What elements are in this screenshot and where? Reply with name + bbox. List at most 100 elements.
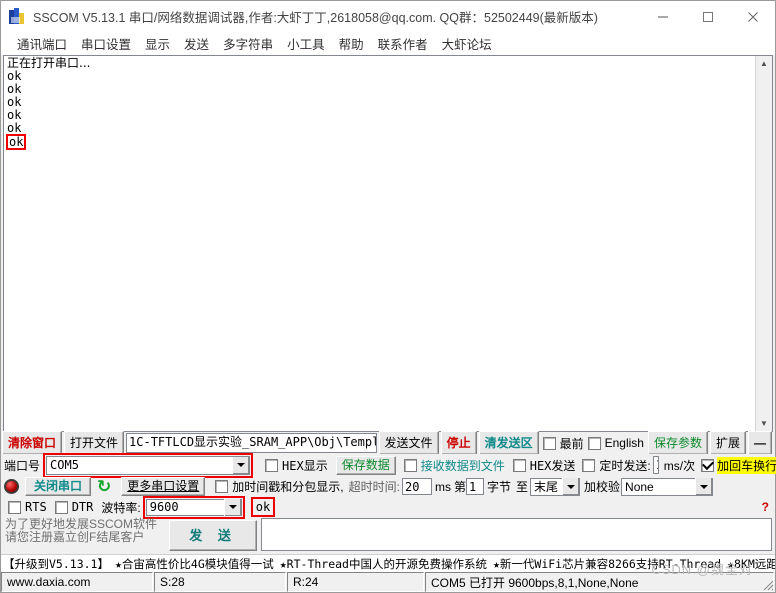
terminal-line: ok	[7, 69, 22, 83]
status-received-count: R:24	[287, 572, 424, 592]
clear-window-button[interactable]: 清除窗口	[2, 431, 63, 455]
baud-select-value: 9600	[149, 500, 179, 514]
range-end-select[interactable]: 末尾	[530, 477, 581, 496]
receive-to-file-label: 接收数据到文件	[420, 458, 505, 473]
dtr-checkbox[interactable]	[54, 500, 68, 514]
menu-bar: 通讯端口 串口设置 显示 发送 多字符串 小工具 帮助 联系作者 大虾论坛	[1, 32, 775, 55]
rts-checkbox[interactable]	[8, 500, 21, 514]
byte-prefix-label: 第	[453, 480, 466, 494]
menu-item-multistring[interactable]: 多字符串	[216, 32, 280, 55]
close-icon[interactable]	[730, 1, 775, 32]
hex-display-checkbox[interactable]	[265, 458, 279, 472]
hex-display-label: HEX显示	[282, 458, 328, 473]
timeout-input[interactable]: 20	[401, 478, 432, 495]
clear-send-area-button[interactable]: 清发送区	[478, 431, 539, 455]
timed-send-label: 定时发送:	[599, 458, 651, 473]
chevron-down-icon[interactable]	[223, 498, 241, 516]
stop-button[interactable]: 停止	[440, 431, 477, 455]
topmost-label: 最前	[559, 436, 584, 451]
help-icon[interactable]: ?	[762, 500, 769, 514]
status-website[interactable]: www.daxia.com	[1, 572, 153, 592]
hex-send-label: HEX发送	[529, 458, 576, 473]
timed-send-checkbox[interactable]	[582, 458, 596, 472]
file-toolbar: 清除窗口 打开文件 1C-TFTLCD显示实验_SRAM_APP\Obj\Tem…	[1, 431, 775, 455]
menu-item-settings[interactable]: 串口设置	[74, 32, 138, 55]
close-port-button[interactable]: 关闭串口	[25, 477, 92, 496]
scroll-up-icon[interactable]: ▲	[756, 56, 772, 71]
window-controls	[640, 1, 775, 32]
sscom-window: SSCOM V5.13.1 串口/网络数据调试器,作者:大虾丁丁,2618058…	[0, 0, 776, 593]
resize-grip-icon[interactable]	[760, 577, 774, 591]
timeout-label: 超时时间:	[348, 480, 400, 494]
watermark-text: CSDN @魏全对	[651, 562, 753, 577]
minimize-icon[interactable]	[640, 1, 685, 32]
baud-row: RTS DTR 波特率: 9600 ok ?	[1, 495, 775, 519]
checksum-select[interactable]: None	[621, 477, 714, 496]
app-logo-icon	[8, 7, 26, 26]
maximize-icon[interactable]	[685, 1, 730, 32]
chevron-down-icon[interactable]	[562, 478, 580, 495]
refresh-icon[interactable]: ↻	[97, 478, 111, 495]
menu-item-forum[interactable]: 大虾论坛	[435, 32, 499, 55]
send-file-button[interactable]: 发送文件	[378, 431, 439, 455]
hex-send-checkbox[interactable]	[512, 458, 526, 472]
side-note-text: ok	[255, 500, 271, 514]
chevron-down-icon[interactable]	[695, 478, 713, 495]
collapse-button[interactable]: —	[748, 431, 772, 455]
terminal-line: ok	[7, 82, 22, 96]
menu-item-ports[interactable]: 通讯端口	[10, 32, 74, 55]
chevron-down-icon[interactable]	[232, 456, 250, 474]
extend-button[interactable]: 扩展	[709, 431, 746, 455]
port-row: 端口号 COM5 HEX显示 保存数据 接收数据到文件 HEX发送 定时发送: …	[1, 452, 776, 478]
menu-item-contact[interactable]: 联系作者	[371, 32, 435, 55]
menu-item-help[interactable]: 帮助	[332, 32, 371, 55]
topmost-checkbox[interactable]	[542, 436, 556, 450]
status-sent-count: S:28	[154, 572, 286, 592]
send-input[interactable]	[261, 518, 772, 551]
menu-item-send[interactable]: 发送	[177, 32, 216, 55]
checksum-label: 加校验	[584, 480, 621, 494]
timeout-unit-label: ms	[434, 479, 451, 494]
window-title: SSCOM V5.13.1 串口/网络数据调试器,作者:大虾丁丁,2618058…	[33, 11, 598, 25]
menu-item-tools[interactable]: 小工具	[280, 32, 332, 55]
range-end-value: 末尾	[534, 480, 559, 494]
promo-line-2: 请您注册嘉立创F结尾客户	[5, 530, 145, 544]
scroll-down-icon[interactable]: ▼	[756, 416, 772, 431]
baud-label: 波特率:	[101, 500, 141, 515]
receive-to-file-checkbox[interactable]	[403, 458, 417, 472]
terminal-panel: 正在打开串口... ok ok ok ok ok ok ▲ ▼	[3, 55, 773, 432]
port-select[interactable]: COM5	[46, 455, 251, 475]
port-select-value: COM5	[50, 458, 79, 472]
terminal-line: ok	[7, 95, 22, 109]
save-params-button[interactable]: 保存参数	[647, 431, 708, 455]
ad-item-upgrade[interactable]: 【升级到V5.13.1】	[3, 556, 109, 572]
ad-item-rtthread[interactable]: ★RT-Thread中国人的开源免费操作系统	[280, 556, 487, 572]
byte-label: 字节	[486, 480, 511, 494]
terminal-scrollbar[interactable]: ▲ ▼	[755, 56, 772, 431]
port-status-icon	[4, 479, 19, 494]
open-file-button[interactable]: 打开文件	[64, 431, 125, 455]
menu-item-display[interactable]: 显示	[138, 32, 177, 55]
settings-panel: 端口号 COM5 HEX显示 保存数据 接收数据到文件 HEX发送 定时发送: …	[1, 452, 776, 554]
timestamp-checkbox[interactable]	[215, 480, 229, 493]
port-label: 端口号	[4, 458, 41, 473]
dtr-label: DTR	[71, 500, 94, 514]
byte-index-input[interactable]: 1	[465, 478, 484, 495]
save-data-button[interactable]: 保存数据	[335, 455, 396, 475]
send-interval-input[interactable]: 100	[652, 456, 659, 474]
file-path-input[interactable]: 1C-TFTLCD显示实验_SRAM_APP\Obj\Template.bin	[126, 433, 377, 453]
receive-output[interactable]: 正在打开串口... ok ok ok ok ok ok	[4, 56, 755, 431]
crlf-label: 加回车换行	[717, 456, 776, 474]
english-label: English	[604, 436, 644, 450]
timestamp-label: 加时间戳和分包显示,	[232, 480, 344, 494]
send-button[interactable]: 发 送	[169, 520, 258, 551]
interval-unit-label: ms/次	[663, 458, 696, 473]
rts-label: RTS	[25, 500, 47, 514]
english-checkbox[interactable]	[587, 436, 601, 450]
send-row: 为了更好地发展SSCOM软件 请您注册嘉立创F结尾客户 发 送	[1, 517, 775, 554]
terminal-line: 正在打开串口...	[7, 56, 91, 70]
ad-item-4g[interactable]: ★合宙高性价比4G模块值得一试	[115, 556, 274, 572]
more-port-settings-button[interactable]: 更多串口设置	[121, 477, 206, 496]
baud-select[interactable]: 9600	[145, 498, 242, 516]
crlf-checkbox[interactable]	[701, 458, 715, 472]
